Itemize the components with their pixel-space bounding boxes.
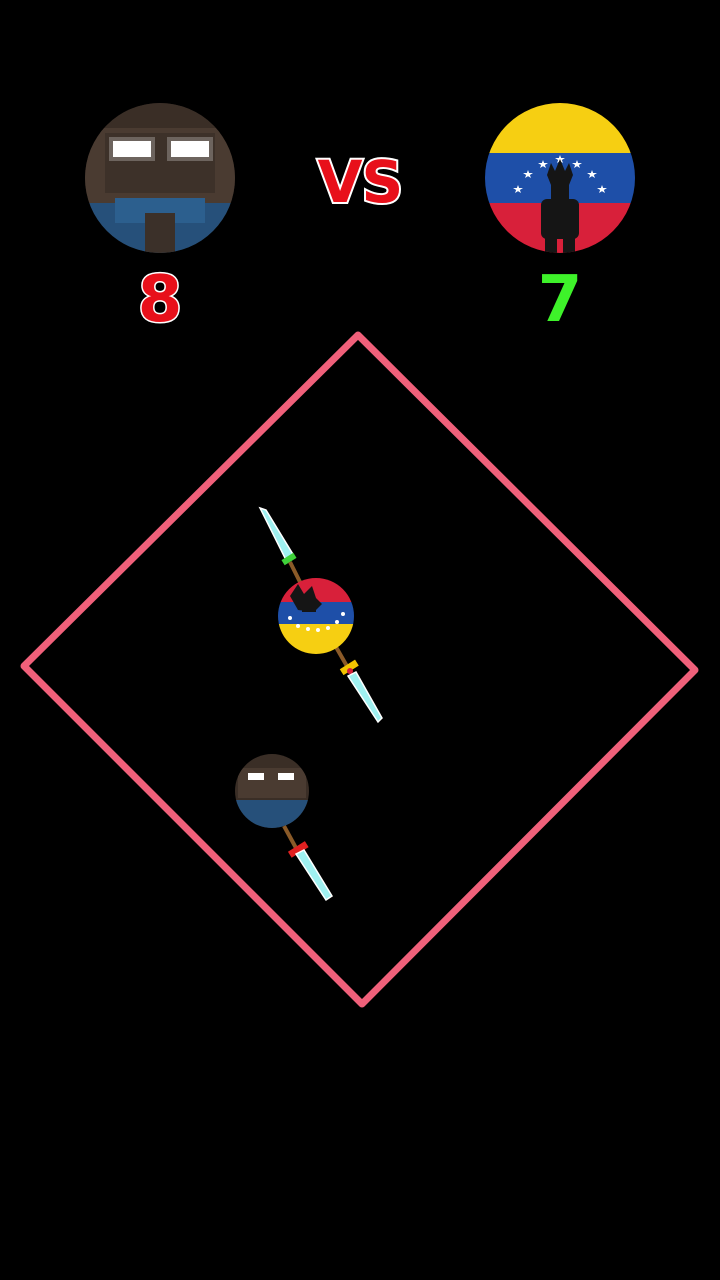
- sword-icon: [282, 825, 334, 902]
- arena: [20, 331, 699, 1008]
- venezuela-flag-warrior-icon: [278, 578, 354, 654]
- herobrine-ball: [235, 754, 334, 902]
- arena-border: [20, 331, 699, 1008]
- herobrine-face-icon: [235, 754, 309, 828]
- venezuela-ball: [258, 506, 383, 724]
